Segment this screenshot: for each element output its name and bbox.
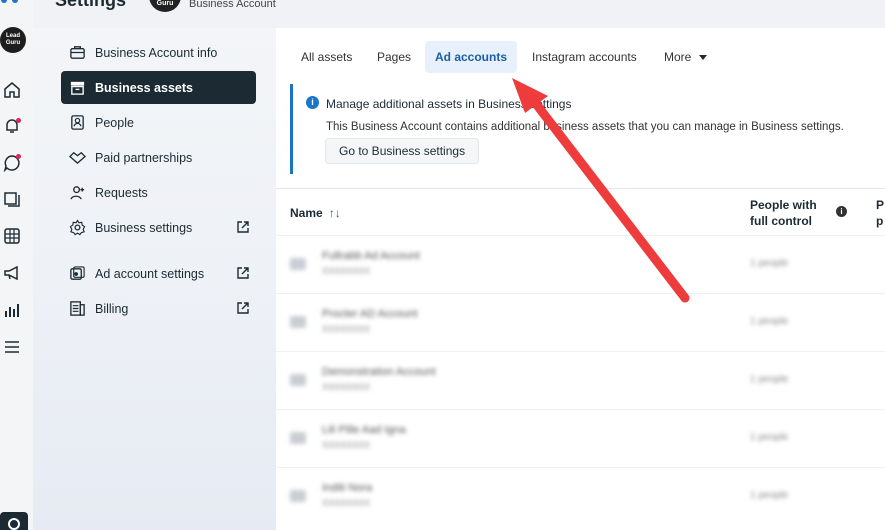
asset-tabs: All assets Pages Ad accounts Instagram a…	[276, 41, 885, 73]
insights-icon[interactable]	[3, 301, 21, 319]
table-row[interactable]: Fullrabb Ad Account XXXXXXXX 1 people	[276, 235, 885, 293]
column-header-partial: P p	[876, 198, 885, 228]
info-icon: i	[306, 96, 319, 109]
app-dots-icon	[1, 0, 18, 3]
nav-business-settings[interactable]: Business settings	[61, 211, 256, 244]
tab-all-assets[interactable]: All assets	[291, 41, 362, 73]
home-icon[interactable]	[3, 81, 21, 99]
tab-pages[interactable]: Pages	[367, 41, 421, 73]
go-to-business-settings-button[interactable]: Go to Business settings	[325, 138, 480, 164]
person-badge-icon	[67, 114, 87, 132]
sort-icon[interactable]: ↑↓	[329, 206, 341, 220]
table-row[interactable]: Inditi Nora XXXXXXXX 1 people	[276, 467, 885, 525]
left-rail: Lead Guru	[0, 0, 33, 530]
table-icon[interactable]	[3, 227, 21, 245]
nav-billing[interactable]: Billing	[61, 292, 256, 325]
column-header-people-full-control: People with full control	[750, 198, 817, 228]
table-divider	[276, 188, 885, 189]
person-add-icon	[67, 184, 87, 202]
handshake-icon	[67, 149, 87, 167]
column-header-name[interactable]: Name ↑↓	[290, 206, 341, 220]
info-icon[interactable]: i	[836, 206, 847, 217]
page-header: Settings Guru Business Account	[33, 0, 885, 28]
tab-more[interactable]: More	[654, 41, 717, 73]
external-link-icon	[237, 221, 249, 233]
external-link-icon	[237, 267, 249, 279]
nav-paid-partnerships[interactable]: Paid partnerships	[61, 141, 256, 174]
business-avatar[interactable]: Guru	[149, 0, 181, 12]
tab-ad-accounts[interactable]: Ad accounts	[425, 41, 518, 73]
ad-account-icon	[290, 432, 306, 444]
account-logo[interactable]: Lead Guru	[0, 27, 26, 53]
menu-icon[interactable]	[3, 338, 21, 356]
assets-panel: All assets Pages Ad accounts Instagram a…	[276, 28, 885, 530]
tab-instagram-accounts[interactable]: Instagram accounts	[522, 41, 647, 73]
info-banner: i Manage additional assets in Business s…	[290, 84, 885, 174]
nav-business-account-info[interactable]: Business Account info	[61, 36, 256, 69]
ad-account-icon	[290, 316, 306, 328]
banner-title: Manage additional assets in Business set…	[326, 97, 572, 111]
box-icon	[67, 79, 87, 97]
gear-icon	[67, 219, 87, 237]
briefcase-icon	[67, 44, 87, 62]
ad-account-icon	[67, 265, 87, 283]
settings-sidebar: Business Account info Business assets Pe…	[33, 28, 276, 530]
table-row[interactable]: Demonstration Account XXXXXXXX 1 people	[276, 351, 885, 409]
ad-account-icon	[290, 490, 306, 502]
ad-account-icon	[290, 258, 306, 270]
billing-icon	[67, 300, 87, 318]
settings-gear-icon[interactable]	[0, 512, 28, 530]
page-title: Settings	[55, 0, 127, 10]
banner-text: This Business Account contains additiona…	[326, 121, 844, 133]
nav-requests[interactable]: Requests	[61, 176, 256, 209]
notification-dot	[16, 118, 21, 123]
external-link-icon	[237, 302, 249, 314]
nav-people[interactable]: People	[61, 106, 256, 139]
nav-business-assets[interactable]: Business assets	[61, 71, 256, 104]
message-dot	[16, 154, 21, 159]
business-account-label: Business Account	[189, 0, 276, 10]
table-row[interactable]: Lili Pille Aad Igna XXXXXXXX 1 people	[276, 409, 885, 467]
megaphone-icon[interactable]	[3, 264, 21, 282]
ad-account-icon	[290, 374, 306, 386]
caret-down-icon	[699, 55, 708, 61]
nav-ad-account-settings[interactable]: Ad account settings	[61, 257, 256, 290]
pages-icon[interactable]	[3, 190, 21, 208]
table-row[interactable]: Procter AD Account XXXXXXXX 1 people	[276, 293, 885, 351]
